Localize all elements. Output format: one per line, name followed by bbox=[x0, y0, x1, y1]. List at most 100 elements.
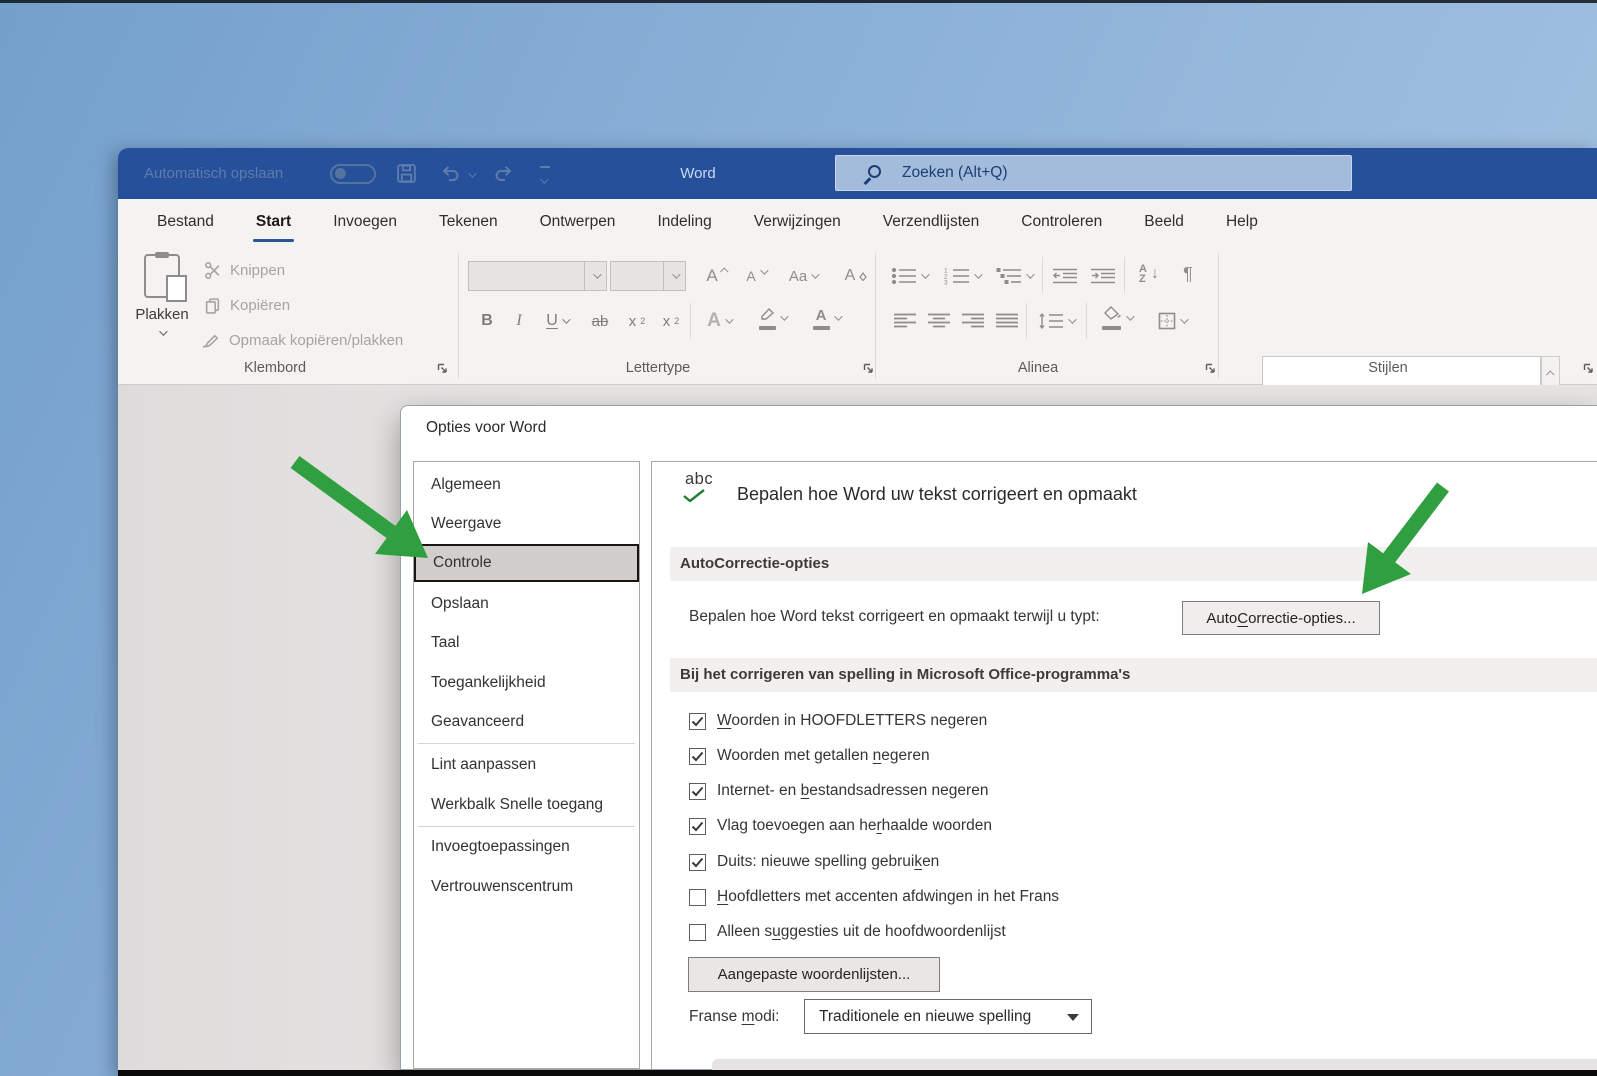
tab-beeld[interactable]: Beeld bbox=[1123, 199, 1205, 247]
numbering-button[interactable]: 1 2 3 bbox=[938, 261, 986, 291]
redo-icon[interactable] bbox=[494, 164, 514, 187]
clear-formatting-button[interactable]: A bbox=[836, 261, 876, 291]
tab-indeling[interactable]: Indeling bbox=[636, 199, 732, 247]
sort-button[interactable]: A Z ↓ bbox=[1128, 259, 1170, 289]
checkbox[interactable] bbox=[689, 853, 706, 871]
undo-dropdown-chevron-icon[interactable] bbox=[468, 169, 477, 178]
text-effects-button[interactable]: A bbox=[696, 306, 742, 336]
borders-button[interactable] bbox=[1148, 306, 1196, 336]
checkbox[interactable] bbox=[689, 782, 706, 800]
search-input[interactable] bbox=[902, 156, 1332, 190]
search-box[interactable] bbox=[835, 155, 1352, 191]
paste-button[interactable]: Plakken bbox=[130, 252, 194, 356]
checkbox[interactable] bbox=[689, 888, 706, 906]
highlight-color-button[interactable] bbox=[748, 303, 796, 333]
clipboard-group-label: Klembord bbox=[243, 360, 307, 376]
undo-icon[interactable] bbox=[440, 164, 460, 187]
multilevel-list-button[interactable] bbox=[990, 261, 1038, 291]
customize-quick-access-icon[interactable] bbox=[540, 166, 550, 189]
app-title: Word bbox=[680, 165, 716, 182]
checkbox-row-german-spelling[interactable]: Duits: nieuwe spelling gebruiken bbox=[689, 850, 939, 874]
cut-button[interactable]: Knippen bbox=[204, 255, 285, 285]
format-painter-icon bbox=[202, 334, 219, 348]
styles-scroll-up-button[interactable] bbox=[1541, 356, 1560, 387]
custom-dictionaries-button[interactable]: Aangepaste woordenlijsten... bbox=[688, 957, 940, 992]
sidebar-divider bbox=[418, 743, 635, 744]
paragraph-dialog-launcher-icon[interactable] bbox=[1204, 362, 1217, 375]
sidebar-item-weergave[interactable]: Weergave bbox=[414, 505, 639, 543]
font-color-button[interactable]: A bbox=[802, 303, 850, 333]
checkbox[interactable] bbox=[689, 817, 706, 835]
dialog-bottom-strip bbox=[712, 1059, 1597, 1070]
save-icon[interactable] bbox=[396, 163, 417, 189]
italic-button[interactable]: I bbox=[506, 306, 532, 336]
font-size-combobox[interactable] bbox=[610, 261, 686, 291]
justify-button[interactable] bbox=[992, 306, 1022, 336]
styles-dialog-launcher-icon[interactable] bbox=[1582, 362, 1595, 375]
checkbox[interactable] bbox=[689, 923, 706, 941]
check-icon bbox=[691, 821, 704, 831]
font-name-combobox[interactable] bbox=[468, 261, 607, 291]
tab-tekenen[interactable]: Tekenen bbox=[418, 199, 519, 247]
autosave-toggle[interactable] bbox=[330, 164, 376, 184]
subscript-button[interactable]: x2 bbox=[622, 306, 652, 336]
decrease-indent-icon bbox=[1053, 268, 1077, 284]
sidebar-item-taal[interactable]: Taal bbox=[414, 624, 639, 662]
align-right-icon bbox=[962, 313, 984, 328]
autocorrect-options-button[interactable]: Auto Correctie-opties... bbox=[1182, 601, 1380, 635]
format-painter-button[interactable]: Opmaak kopiëren/plakken bbox=[201, 325, 403, 355]
checkbox-row-french-accents[interactable]: Hoofdletters met accenten afdwingen in h… bbox=[689, 885, 1059, 909]
tab-start[interactable]: Start bbox=[235, 199, 312, 247]
copy-label: Kopiëren bbox=[230, 296, 291, 314]
tab-help[interactable]: Help bbox=[1205, 199, 1279, 247]
copy-button[interactable]: Kopiëren bbox=[204, 290, 290, 320]
french-modes-dropdown[interactable]: Traditionele en nieuwe spelling bbox=[804, 999, 1092, 1034]
tab-invoegen[interactable]: Invoegen bbox=[312, 199, 418, 247]
bullets-button[interactable] bbox=[886, 261, 932, 291]
checkbox[interactable] bbox=[689, 712, 706, 730]
sidebar-item-vertrouwenscentrum[interactable]: Vertrouwenscentrum bbox=[414, 868, 639, 906]
grow-font-button[interactable]: A bbox=[698, 261, 736, 291]
decrease-indent-button[interactable] bbox=[1048, 261, 1082, 291]
tab-verzendlijsten[interactable]: Verzendlijsten bbox=[862, 199, 1001, 247]
paste-dropdown-chevron-icon bbox=[159, 327, 168, 336]
sidebar-item-werkbalk-snelle-toegang[interactable]: Werkbalk Snelle toegang bbox=[414, 786, 639, 824]
screen-top-edge bbox=[0, 0, 1597, 3]
sidebar-item-toegankelijkheid[interactable]: Toegankelijkheid bbox=[414, 664, 639, 702]
checkbox-row-main-dictionary[interactable]: Alleen suggesties uit de hoofdwoordenlij… bbox=[689, 920, 1006, 944]
paint-bucket-icon bbox=[1104, 306, 1121, 320]
underline-button[interactable]: U bbox=[536, 306, 578, 336]
sidebar-item-geavanceerd[interactable]: Geavanceerd bbox=[414, 703, 639, 741]
checkbox[interactable] bbox=[689, 747, 706, 765]
font-dialog-launcher-icon[interactable] bbox=[862, 362, 875, 375]
strikethrough-button[interactable]: ab bbox=[582, 306, 618, 336]
tab-verwijzingen[interactable]: Verwijzingen bbox=[733, 199, 862, 247]
pilcrow-button[interactable]: ¶ bbox=[1174, 259, 1202, 289]
checkbox-row-numbers[interactable]: Woorden met getallen negeren bbox=[689, 744, 930, 768]
clipboard-dialog-launcher-icon[interactable] bbox=[436, 362, 449, 375]
sidebar-item-opslaan[interactable]: Opslaan bbox=[414, 585, 639, 623]
tab-bestand[interactable]: Bestand bbox=[136, 199, 235, 247]
sidebar-item-lint-aanpassen[interactable]: Lint aanpassen bbox=[414, 746, 639, 784]
sidebar-item-algemeen[interactable]: Algemeen bbox=[414, 466, 639, 504]
sidebar-item-controle[interactable]: Controle bbox=[414, 544, 639, 582]
align-center-button[interactable] bbox=[924, 306, 954, 336]
checkbox-row-uppercase[interactable]: Woorden in HOOFDLETTERS negeren bbox=[689, 709, 987, 733]
align-left-button[interactable] bbox=[890, 306, 920, 336]
tab-ontwerpen[interactable]: Ontwerpen bbox=[519, 199, 637, 247]
checkbox-row-repeated-words[interactable]: Vlag toevoegen aan herhaalde woorden bbox=[689, 814, 992, 838]
tab-controleren[interactable]: Controleren bbox=[1000, 199, 1123, 247]
dialog-sidebar: Algemeen Weergave Controle Opslaan Taal … bbox=[413, 461, 640, 1069]
content-heading: Bepalen hoe Word uw tekst corrigeert en … bbox=[737, 484, 1137, 504]
align-right-button[interactable] bbox=[958, 306, 988, 336]
change-case-button[interactable]: Aa bbox=[778, 261, 828, 291]
sidebar-item-invoegtoepassingen[interactable]: Invoegtoepassingen bbox=[414, 828, 639, 866]
increase-indent-button[interactable] bbox=[1086, 261, 1120, 291]
checkbox-row-internet[interactable]: Internet- en bestandsadressen negeren bbox=[689, 779, 988, 803]
window-bottom-edge bbox=[118, 1070, 1597, 1076]
superscript-button[interactable]: x2 bbox=[656, 306, 686, 336]
shrink-font-button[interactable]: A bbox=[738, 261, 774, 291]
bold-button[interactable]: B bbox=[472, 306, 502, 336]
line-spacing-button[interactable] bbox=[1032, 306, 1080, 336]
shading-button[interactable] bbox=[1092, 303, 1142, 333]
